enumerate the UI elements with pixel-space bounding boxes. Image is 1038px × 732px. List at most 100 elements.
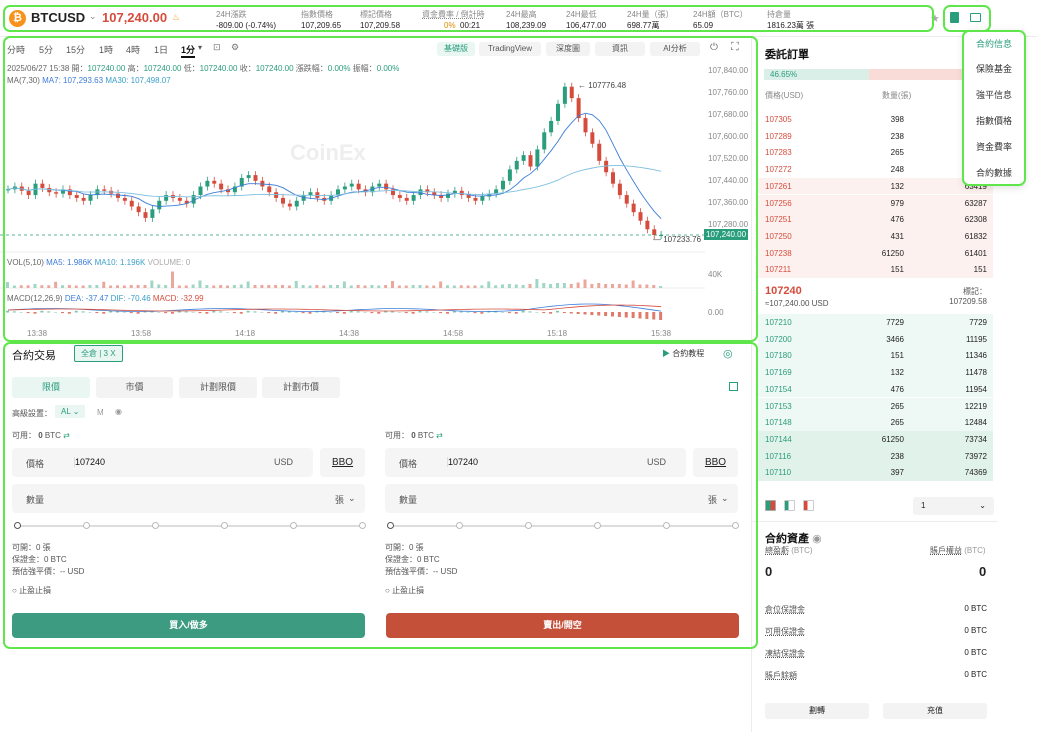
buy-qty-field[interactable]: 數量張 ⌄ bbox=[12, 484, 365, 513]
sell-slider[interactable] bbox=[390, 525, 736, 527]
tf-5m[interactable]: 5分 bbox=[39, 43, 53, 56]
settings-icon[interactable]: ⚙ bbox=[231, 42, 239, 53]
tf-4h[interactable]: 4時 bbox=[126, 43, 140, 56]
slider-step[interactable] bbox=[456, 522, 463, 529]
slider-step[interactable] bbox=[663, 522, 670, 529]
tf-1m[interactable]: 1分 bbox=[181, 43, 196, 58]
slider-step[interactable] bbox=[732, 522, 739, 529]
mail-icon[interactable] bbox=[970, 13, 981, 22]
deposit-button[interactable]: 充值 bbox=[883, 703, 987, 719]
ask-row[interactable]: 107272 248 bbox=[758, 161, 993, 178]
bid-row[interactable]: 107116 238 73972 bbox=[758, 447, 993, 465]
caret-down-icon[interactable]: ▾ bbox=[198, 43, 202, 52]
book-icon[interactable] bbox=[950, 12, 959, 23]
menu-funding-rate[interactable]: 資金費率 bbox=[963, 140, 1025, 153]
menu-contract-info[interactable]: 合約信息 bbox=[963, 37, 1025, 50]
adv-m[interactable]: M bbox=[97, 408, 104, 417]
ask-row[interactable]: 107305 398 bbox=[758, 111, 993, 128]
available-sell: 可用： 0 BTC ⇄ bbox=[385, 431, 443, 440]
menu-index-price[interactable]: 指數價格 bbox=[963, 114, 1025, 127]
menu-insurance-fund[interactable]: 保險基金 bbox=[963, 62, 1025, 75]
ask-row[interactable]: 107256 979 63287 bbox=[758, 194, 993, 212]
menu-liquidation-info[interactable]: 強平信息 bbox=[963, 88, 1025, 101]
ask-row[interactable]: 107283 265 bbox=[758, 144, 993, 161]
menu-contract-data[interactable]: 合約數據 bbox=[963, 166, 1025, 179]
star-icon[interactable]: ★ bbox=[930, 12, 940, 25]
tf-1d[interactable]: 1日 bbox=[154, 43, 168, 56]
volume-bar bbox=[40, 285, 44, 288]
slider-step[interactable] bbox=[152, 522, 159, 529]
sell-price-field[interactable]: 價格 107240 USD bbox=[385, 448, 686, 477]
tab-limit[interactable]: 限價 bbox=[12, 377, 90, 398]
power-icon[interactable]: ⏻ bbox=[710, 42, 718, 53]
bid-row[interactable]: 107210 7729 7729 bbox=[758, 314, 993, 331]
volume-bar bbox=[597, 283, 601, 288]
buy-long-button[interactable]: 買入/做多 bbox=[12, 613, 365, 638]
sell-qty-field[interactable]: 數量張 ⌄ bbox=[385, 484, 738, 513]
candlestick-chart[interactable] bbox=[0, 60, 705, 330]
macd-bar bbox=[356, 311, 360, 313]
view-tradingview[interactable]: TradingView bbox=[479, 42, 541, 56]
tab-plan-limit[interactable]: 計劃限價 bbox=[179, 377, 257, 398]
volume-bar bbox=[294, 281, 298, 288]
tab-plan-market[interactable]: 計劃市價 bbox=[262, 377, 340, 398]
view-news[interactable]: 資訊 bbox=[595, 42, 645, 56]
indicator-icon[interactable]: ⊡ bbox=[213, 42, 221, 53]
tutorial-link[interactable]: ▶ 合約教程 bbox=[662, 348, 704, 359]
slider-step[interactable] bbox=[221, 522, 228, 529]
tf-1h[interactable]: 1時 bbox=[99, 43, 113, 56]
margin-mode-badge[interactable]: 全倉 | 3 X bbox=[74, 345, 123, 362]
sell-tpsl-checkbox[interactable]: ○ 止盈止損 bbox=[385, 585, 424, 596]
adv-al-select[interactable]: AL ⌄ bbox=[55, 405, 86, 418]
ask-row[interactable]: 107251 476 62308 bbox=[758, 211, 993, 228]
transfer-button[interactable]: 劃轉 bbox=[765, 703, 869, 719]
volume-bar bbox=[301, 285, 305, 288]
ask-row[interactable]: 107211 151 151 bbox=[758, 261, 993, 278]
fullscreen-icon[interactable]: ⛶ bbox=[731, 41, 739, 54]
bid-row[interactable]: 107110 397 74369 bbox=[758, 464, 993, 481]
view-both-icon[interactable] bbox=[765, 500, 776, 511]
bid-row[interactable]: 107148 265 12484 bbox=[758, 414, 993, 431]
view-asks-icon[interactable] bbox=[803, 500, 814, 511]
tab-market[interactable]: 市價 bbox=[96, 377, 173, 398]
ob-total: 74369 bbox=[964, 468, 987, 478]
eye-icon[interactable]: ◉ bbox=[115, 407, 122, 416]
bid-row[interactable]: 107153 265 12219 bbox=[758, 397, 993, 415]
tf-time[interactable]: 分時 bbox=[7, 43, 25, 56]
macd-bar bbox=[329, 312, 333, 313]
slider-step[interactable] bbox=[14, 522, 21, 529]
depth-select[interactable]: 1 ⌄ bbox=[913, 497, 994, 515]
buy-bbo-button[interactable]: BBO bbox=[320, 448, 365, 477]
buy-slider[interactable] bbox=[17, 525, 363, 527]
settings-icon[interactable]: ◎ bbox=[723, 347, 733, 360]
view-bids-icon[interactable] bbox=[784, 500, 795, 511]
slider-step[interactable] bbox=[594, 522, 601, 529]
ask-row[interactable]: 107250 431 61832 bbox=[758, 227, 993, 245]
symbol-name[interactable]: BTCUSD bbox=[31, 10, 85, 25]
macd-bar bbox=[136, 312, 140, 314]
grid-icon[interactable] bbox=[729, 382, 738, 391]
bid-row[interactable]: 107200 3466 11195 bbox=[758, 330, 993, 348]
buy-tpsl-checkbox[interactable]: ○ 止盈止損 bbox=[12, 585, 51, 596]
slider-step[interactable] bbox=[387, 522, 394, 529]
slider-step[interactable] bbox=[83, 522, 90, 529]
bid-row[interactable]: 107144 61250 73734 bbox=[758, 430, 993, 448]
slider-step[interactable] bbox=[290, 522, 297, 529]
bid-row[interactable]: 107169 132 11478 bbox=[758, 364, 993, 381]
slider-step[interactable] bbox=[525, 522, 532, 529]
tf-15m[interactable]: 15分 bbox=[66, 43, 85, 56]
bid-row[interactable]: 107154 476 11954 bbox=[758, 380, 993, 398]
bid-row[interactable]: 107180 151 11346 bbox=[758, 347, 993, 365]
view-depth[interactable]: 深度圖 bbox=[546, 42, 590, 56]
sell-short-button[interactable]: 賣出/開空 bbox=[386, 613, 739, 638]
ask-row[interactable]: 107261 132 63419 bbox=[758, 177, 993, 195]
ask-row[interactable]: 107238 61250 61401 bbox=[758, 244, 993, 262]
view-ai[interactable]: AI分析 bbox=[650, 42, 700, 56]
view-basic[interactable]: 基礎版 bbox=[437, 42, 475, 56]
ask-row[interactable]: 107289 238 bbox=[758, 128, 993, 145]
buy-price-field[interactable]: 價格 107240 USD bbox=[12, 448, 313, 477]
chevron-down-icon[interactable]: ⌄ bbox=[89, 11, 97, 22]
stat-funding-rate[interactable]: 資金費率 / 倒計時 0% 00:21 bbox=[422, 9, 485, 31]
slider-step[interactable] bbox=[359, 522, 366, 529]
sell-bbo-button[interactable]: BBO bbox=[693, 448, 738, 477]
